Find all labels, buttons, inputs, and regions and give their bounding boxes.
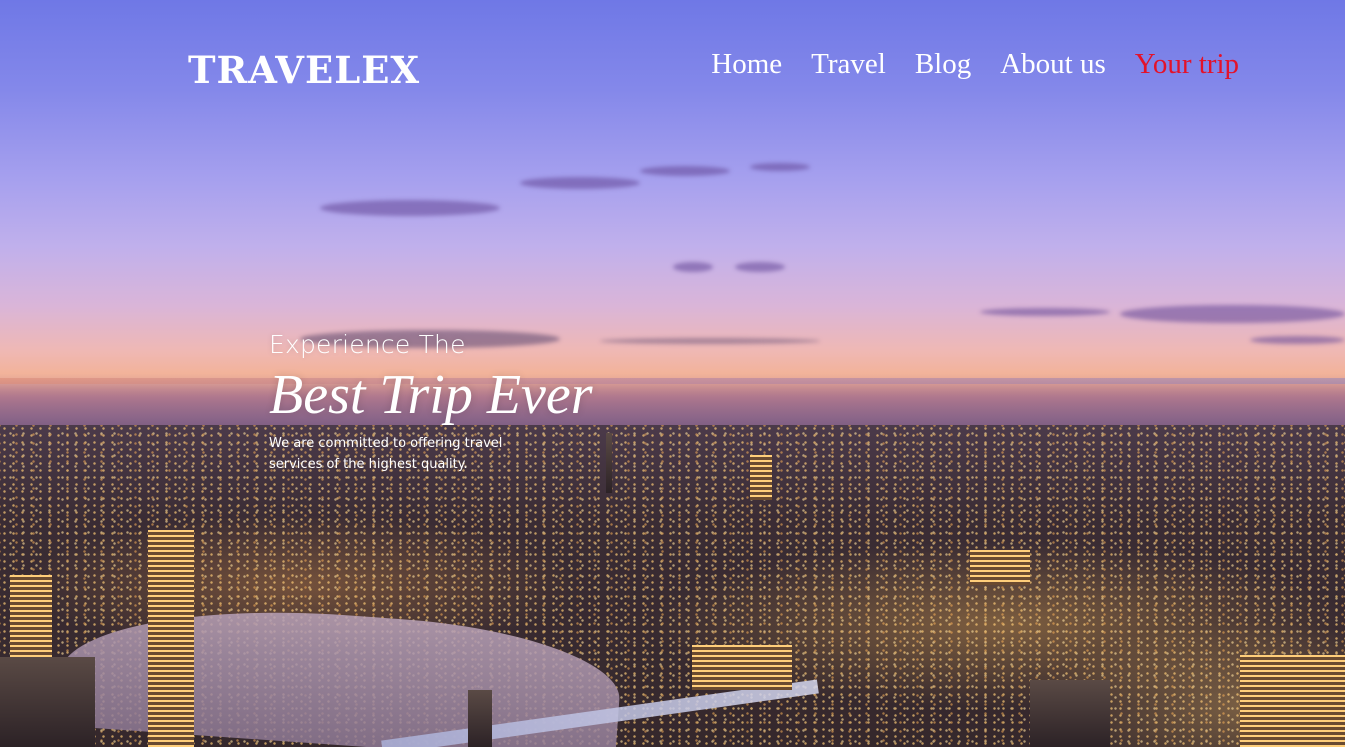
hero-content: Experience The Best Trip Ever We are com…	[269, 330, 689, 475]
hero-subtitle: We are committed to offering travel serv…	[269, 436, 503, 472]
building	[692, 645, 792, 690]
main-nav: Home Travel Blog About us Your trip	[711, 48, 1239, 81]
cloud	[1120, 305, 1345, 323]
building	[148, 530, 194, 747]
site-logo[interactable]: TRAVELEX	[188, 48, 420, 92]
cloud	[750, 163, 810, 171]
cloud	[520, 177, 640, 189]
building	[750, 455, 772, 500]
cloud	[735, 262, 785, 272]
hero-title: Best Trip Ever	[269, 364, 593, 426]
nav-travel[interactable]: Travel	[811, 48, 886, 81]
building	[1240, 655, 1345, 747]
cloud	[640, 166, 730, 176]
building	[970, 550, 1030, 585]
building	[468, 690, 492, 747]
nav-about-us[interactable]: About us	[1000, 48, 1106, 81]
building	[0, 657, 95, 747]
cloud	[1250, 336, 1345, 344]
cloud	[320, 200, 500, 216]
hero-section: TRAVELEX Home Travel Blog About us Your …	[0, 0, 1345, 747]
cloud	[673, 262, 713, 272]
hero-kicker: Experience The	[269, 330, 466, 359]
nav-blog[interactable]: Blog	[915, 48, 971, 81]
building	[1030, 680, 1110, 747]
site-header: TRAVELEX Home Travel Blog About us Your …	[0, 0, 1345, 130]
nav-your-trip[interactable]: Your trip	[1135, 48, 1239, 81]
nav-home[interactable]: Home	[711, 48, 782, 81]
cloud	[980, 308, 1110, 316]
